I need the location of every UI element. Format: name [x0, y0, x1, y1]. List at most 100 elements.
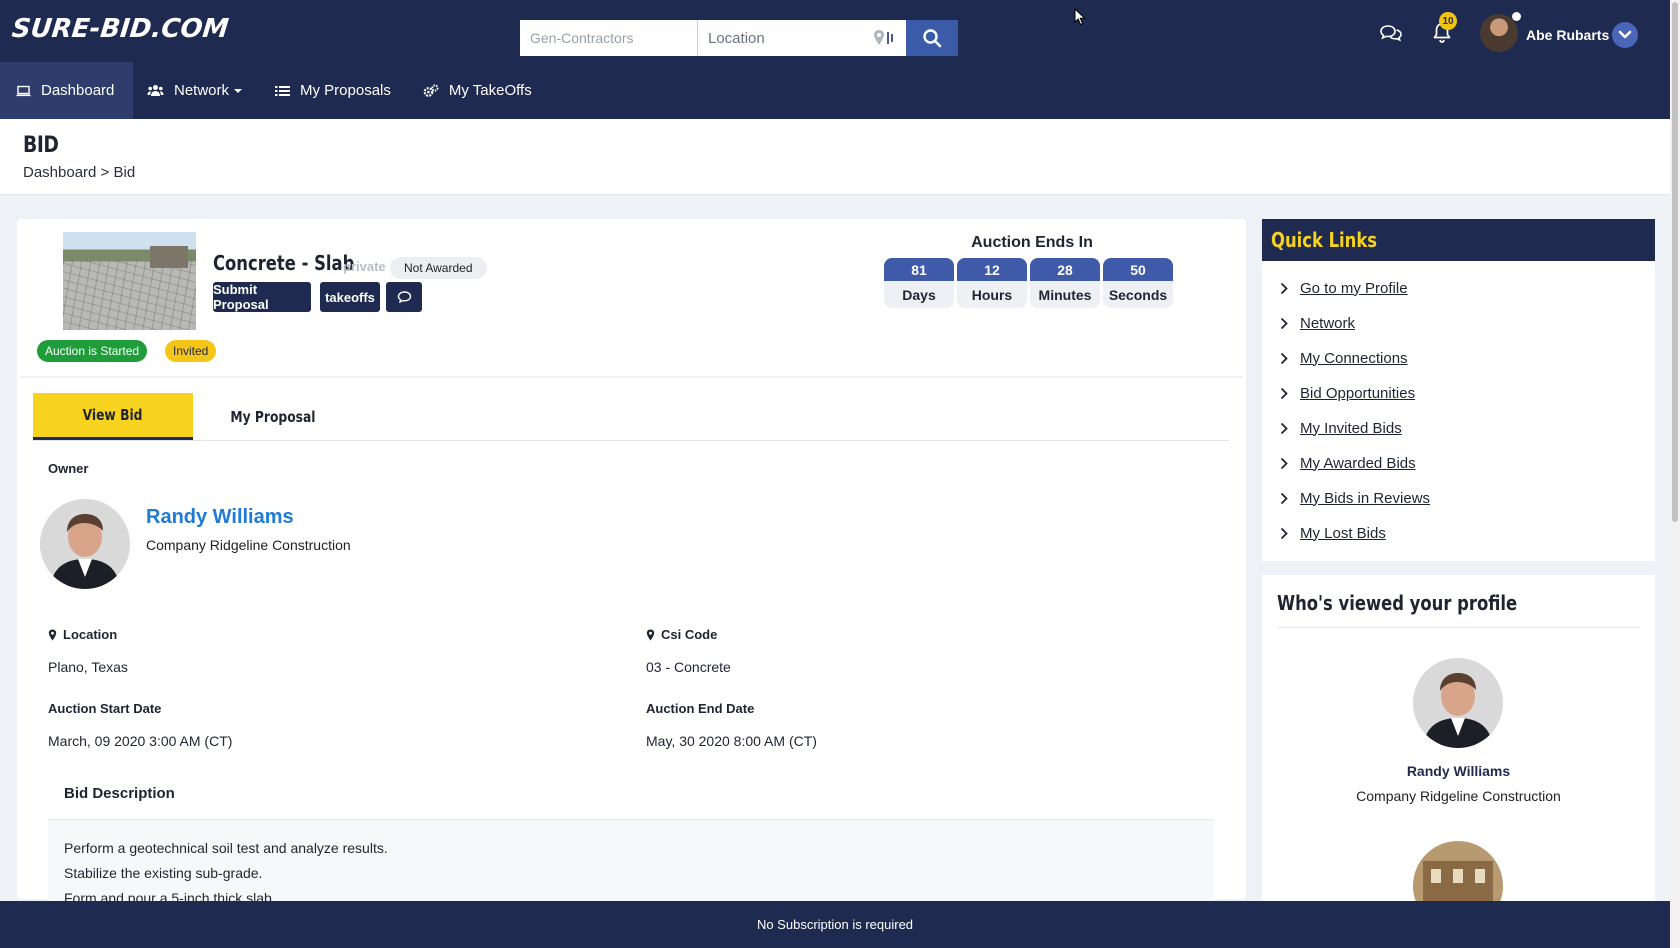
nav-my-takeoffs-label: My TakeOffs — [448, 82, 532, 99]
submit-proposal-button[interactable]: Submit Proposal — [213, 282, 311, 312]
chevron-down-icon — [1618, 30, 1632, 39]
auction-start-label: Auction Start Date — [48, 701, 162, 716]
visibility-tag: private — [343, 259, 386, 274]
nav-my-proposals-label: My Proposals — [300, 82, 391, 99]
quick-links-header: Quick Links — [1262, 219, 1655, 261]
quick-link-connections[interactable]: My Connections — [1280, 348, 1408, 368]
chevron-right-icon — [1280, 387, 1288, 399]
viewer-avatar[interactable] — [1413, 658, 1503, 748]
nav-dashboard[interactable]: Dashboard — [0, 62, 133, 119]
csi-code-label: Csi Code — [646, 627, 717, 642]
viewer-company: Company Ridgeline Construction — [1356, 788, 1561, 804]
bid-thumbnail-house — [150, 246, 188, 268]
bid-title: Concrete - Slab — [213, 251, 355, 275]
quick-link-bid-opportunities-text[interactable]: Bid Opportunities — [1300, 385, 1415, 402]
quick-link-lost-bids-text[interactable]: My Lost Bids — [1300, 525, 1386, 542]
search-icon — [923, 29, 942, 48]
quick-link-awarded-bids-text[interactable]: My Awarded Bids — [1300, 455, 1416, 472]
countdown-days-label: Days — [902, 286, 936, 303]
location-field[interactable] — [698, 20, 906, 56]
quick-link-network-text[interactable]: Network — [1300, 315, 1355, 332]
viewer-name[interactable]: Randy Williams — [1262, 763, 1655, 779]
countdown-hours-label: Hours — [971, 286, 1013, 303]
map-marker-icon — [646, 629, 655, 640]
bid-thumbnail-rebar-pattern — [63, 261, 196, 330]
chevron-right-icon — [1280, 352, 1288, 364]
owner-company: Company Ridgeline Construction — [146, 537, 351, 553]
search-button[interactable] — [906, 20, 958, 56]
nav-network[interactable]: Network — [133, 62, 259, 119]
chevron-right-icon — [1280, 492, 1288, 504]
quick-link-profile[interactable]: Go to my Profile — [1280, 278, 1408, 298]
quick-link-connections-text[interactable]: My Connections — [1300, 350, 1408, 367]
quick-link-invited-bids-text[interactable]: My Invited Bids — [1300, 420, 1402, 437]
site-logo[interactable]: SURE-BID.COM — [10, 14, 230, 44]
page-header: BID Dashboard > Bid — [0, 119, 1670, 195]
bid-detail-card: Concrete - Slab private Not Awarded Subm… — [17, 219, 1246, 939]
countdown-minutes: 28 Minutes — [1030, 258, 1100, 308]
owner-label: Owner — [48, 461, 89, 476]
breadcrumb[interactable]: Dashboard > Bid — [23, 164, 135, 181]
quick-link-invited-bids[interactable]: My Invited Bids — [1280, 418, 1402, 438]
caret-down-icon — [234, 88, 243, 93]
bid-description-line: Perform a geotechnical soil test and ana… — [64, 840, 388, 856]
chat-icon — [397, 291, 411, 303]
quick-link-bids-in-review[interactable]: My Bids in Reviews — [1280, 488, 1430, 508]
category-search-input[interactable] — [520, 20, 698, 56]
user-menu-toggle[interactable] — [1612, 22, 1638, 48]
nav-my-proposals[interactable]: My Proposals — [259, 62, 407, 119]
location-search-input[interactable] — [708, 29, 858, 47]
map-pin-icon[interactable] — [872, 29, 896, 47]
nav-my-takeoffs[interactable]: My TakeOffs — [407, 62, 548, 119]
messages-icon[interactable] — [1380, 24, 1402, 42]
tab-view-bid[interactable]: View Bid — [33, 393, 193, 440]
bid-description-line: Stabilize the existing sub-grade. — [64, 865, 263, 881]
laptop-icon — [16, 85, 31, 96]
map-marker-icon — [48, 629, 57, 640]
profile-viewers-divider — [1277, 627, 1640, 628]
scrollbar-thumb[interactable] — [1672, 2, 1678, 522]
owner-name-link[interactable]: Randy Williams — [146, 506, 294, 529]
location-label: Location — [48, 627, 117, 642]
quick-links-card: Quick Links Go to my Profile Network My … — [1262, 219, 1655, 561]
auction-countdown-title: Auction Ends In — [971, 234, 1093, 251]
chevron-right-icon — [1280, 282, 1288, 294]
subscription-footer: No Subscription is required — [0, 901, 1670, 948]
location-label-text: Location — [63, 627, 118, 642]
viewer-portrait — [1413, 658, 1503, 748]
user-avatar[interactable] — [1480, 14, 1518, 52]
chevron-right-icon — [1280, 527, 1288, 539]
main-nav: Dashboard Network My Proposals My TakeOf… — [0, 62, 1670, 119]
takeoffs-button[interactable]: takeoffs — [320, 282, 380, 312]
countdown-seconds: 50 Seconds — [1103, 258, 1173, 308]
auction-end-value: May, 30 2020 8:00 AM (CT) — [646, 733, 817, 749]
quick-link-profile-text[interactable]: Go to my Profile — [1300, 280, 1408, 297]
quick-links-title: Quick Links — [1271, 228, 1377, 252]
auction-end-label: Auction End Date — [646, 701, 755, 716]
nav-network-label: Network — [174, 82, 230, 99]
users-icon — [147, 85, 164, 96]
user-name[interactable]: Abe Rubarts — [1526, 27, 1609, 43]
quick-link-bid-opportunities[interactable]: Bid Opportunities — [1280, 383, 1415, 403]
location-value: Plano, Texas — [48, 659, 128, 675]
quick-link-lost-bids[interactable]: My Lost Bids — [1280, 523, 1386, 543]
countdown-seconds-label: Seconds — [1108, 286, 1168, 303]
invited-badge: Invited — [165, 340, 217, 362]
card-divider — [20, 376, 1243, 378]
profile-viewers-title: Who's viewed your profile — [1277, 591, 1518, 615]
message-owner-button[interactable] — [386, 282, 422, 312]
quick-link-bids-in-review-text[interactable]: My Bids in Reviews — [1300, 490, 1430, 507]
list-icon — [275, 85, 291, 96]
owner-portrait — [40, 499, 130, 589]
top-bar: SURE-BID.COM 10 Abe Rubarts — [0, 0, 1670, 62]
tab-my-proposal[interactable]: My Proposal — [193, 393, 353, 440]
quick-link-awarded-bids[interactable]: My Awarded Bids — [1280, 453, 1416, 473]
countdown-hours: 12 Hours — [957, 258, 1027, 308]
profile-viewers-card: Who's viewed your profile Randy Williams… — [1262, 575, 1655, 931]
countdown-minutes-value: 28 — [1030, 258, 1100, 281]
quick-link-network[interactable]: Network — [1280, 313, 1355, 333]
tab-my-proposal-label: My Proposal — [230, 407, 316, 426]
owner-avatar[interactable] — [40, 499, 130, 589]
csi-code-value: 03 - Concrete — [646, 659, 731, 675]
countdown-seconds-value: 50 — [1103, 258, 1173, 281]
